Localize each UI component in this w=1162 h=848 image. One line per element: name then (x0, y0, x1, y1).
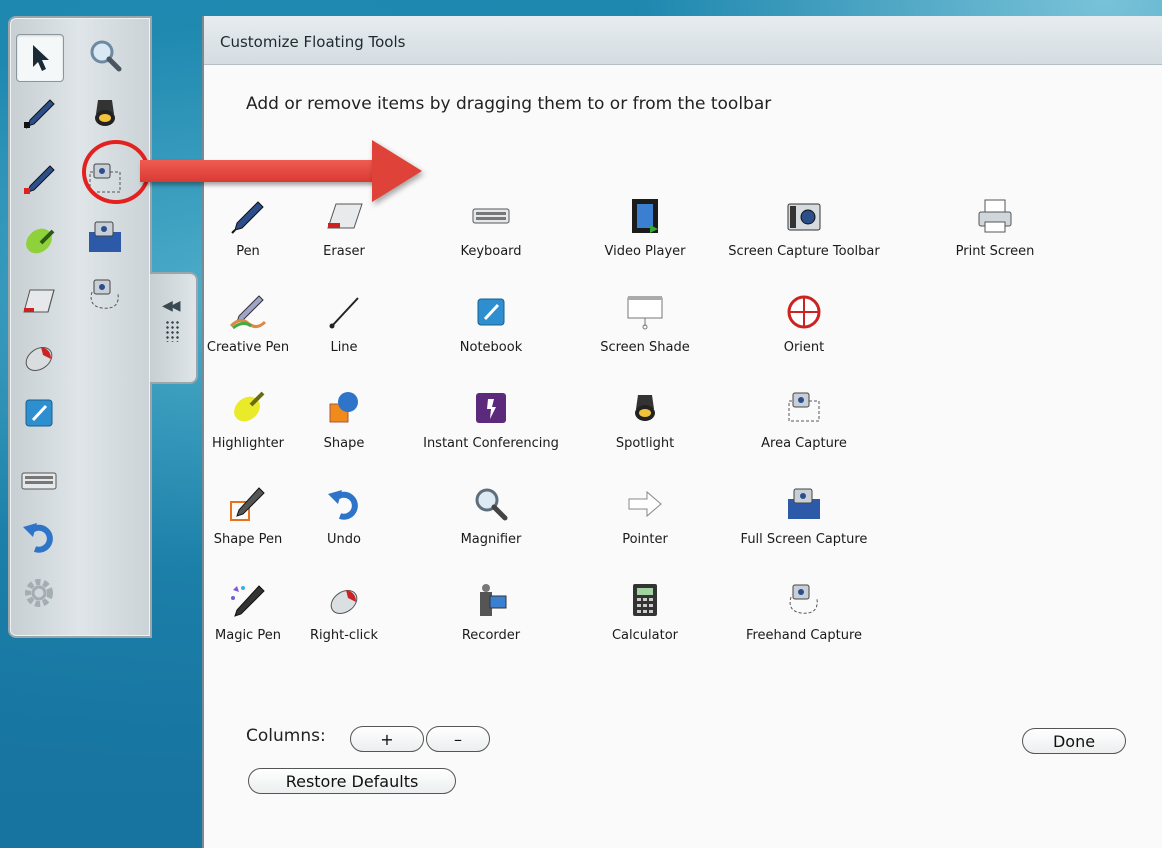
select-tool-button[interactable] (16, 34, 64, 82)
shape-icon (324, 388, 364, 428)
full-screen-capture-tool-button[interactable] (82, 214, 128, 260)
tool-item-freehand-capture[interactable]: Freehand Capture (709, 580, 899, 664)
pointer-arrow-icon (625, 484, 665, 524)
tool-label: Print Screen (955, 244, 1035, 259)
pen-icon (24, 165, 55, 194)
tool-item-orient[interactable]: Orient (709, 292, 899, 376)
full-screen-capture-icon (784, 484, 824, 524)
tool-item-print-screen[interactable]: Print Screen (900, 196, 1090, 280)
right-click-tool-button[interactable] (16, 334, 62, 380)
tool-item-area-capture[interactable]: Area Capture (709, 388, 899, 472)
undo-icon (23, 523, 53, 553)
keyboard-tool-button[interactable] (16, 458, 62, 504)
keyboard-icon (471, 196, 511, 236)
conferencing-icon (471, 388, 511, 428)
freehand-capture-icon (90, 279, 119, 309)
dialog-title: Customize Floating Tools (220, 33, 406, 51)
magnifier-tool-button[interactable] (82, 32, 128, 78)
tool-label: Screen Capture Toolbar (728, 244, 880, 259)
spotlight-icon (95, 100, 115, 126)
highlighter-tool-button[interactable] (16, 218, 62, 264)
full-screen-capture-icon (89, 221, 121, 252)
video-player-icon (625, 196, 665, 236)
pen-tool-button[interactable] (16, 90, 62, 136)
eraser-icon (324, 196, 364, 236)
printer-icon (975, 196, 1015, 236)
settings-tool-button[interactable] (16, 570, 62, 616)
undo-icon (324, 484, 364, 524)
floating-toolbar (8, 16, 152, 638)
camera-icon (784, 196, 824, 236)
eraser-icon (23, 289, 55, 313)
area-capture-icon (784, 388, 824, 428)
dialog-instructions: Add or remove items by dragging them to … (246, 94, 772, 114)
notebook-icon (25, 399, 53, 427)
right-click-icon (324, 580, 364, 620)
columns-label: Columns: (246, 726, 326, 746)
magnifier-icon (90, 40, 122, 72)
calculator-icon (625, 580, 665, 620)
line-icon (324, 292, 364, 332)
restore-defaults-button[interactable]: Restore Defaults (248, 768, 456, 794)
tool-item-full-screen-capture[interactable]: Full Screen Capture (709, 484, 899, 568)
pen-tool-button-2[interactable] (16, 156, 62, 202)
done-button[interactable]: Done (1022, 728, 1126, 754)
settings-gear-icon (25, 579, 53, 607)
columns-plus-button[interactable]: + (350, 726, 424, 752)
annotation-arrow-shaft (140, 160, 374, 182)
tool-label: Orient (783, 340, 825, 355)
notebook-icon (471, 292, 511, 332)
screen-shade-icon (625, 292, 665, 332)
tool-item-screen-capture-toolbar[interactable]: Screen Capture Toolbar (709, 196, 899, 280)
eraser-tool-button[interactable] (16, 278, 62, 324)
highlighter-icon (26, 228, 55, 254)
customize-floating-tools-dialog: Customize Floating Tools Add or remove i… (202, 16, 1162, 848)
undo-tool-button[interactable] (16, 514, 62, 560)
tool-label: Full Screen Capture (740, 532, 868, 547)
freehand-capture-icon (784, 580, 824, 620)
dialog-title-bar: Customize Floating Tools (204, 16, 1162, 65)
keyboard-icon (21, 472, 57, 490)
tool-label: Freehand Capture (745, 628, 863, 643)
magnifier-icon (471, 484, 511, 524)
annotation-arrow-head (372, 140, 422, 202)
spotlight-icon (625, 388, 665, 428)
select-arrow-icon (33, 45, 49, 71)
recorder-icon (471, 580, 511, 620)
orient-icon (784, 292, 824, 332)
tool-label: Area Capture (761, 436, 847, 451)
notebook-tool-button[interactable] (16, 390, 62, 436)
columns-minus-button[interactable]: – (426, 726, 490, 752)
right-click-icon (25, 347, 53, 371)
spotlight-tool-button[interactable] (82, 90, 128, 136)
freehand-capture-tool-button[interactable] (82, 272, 128, 318)
pen-icon (24, 99, 55, 129)
